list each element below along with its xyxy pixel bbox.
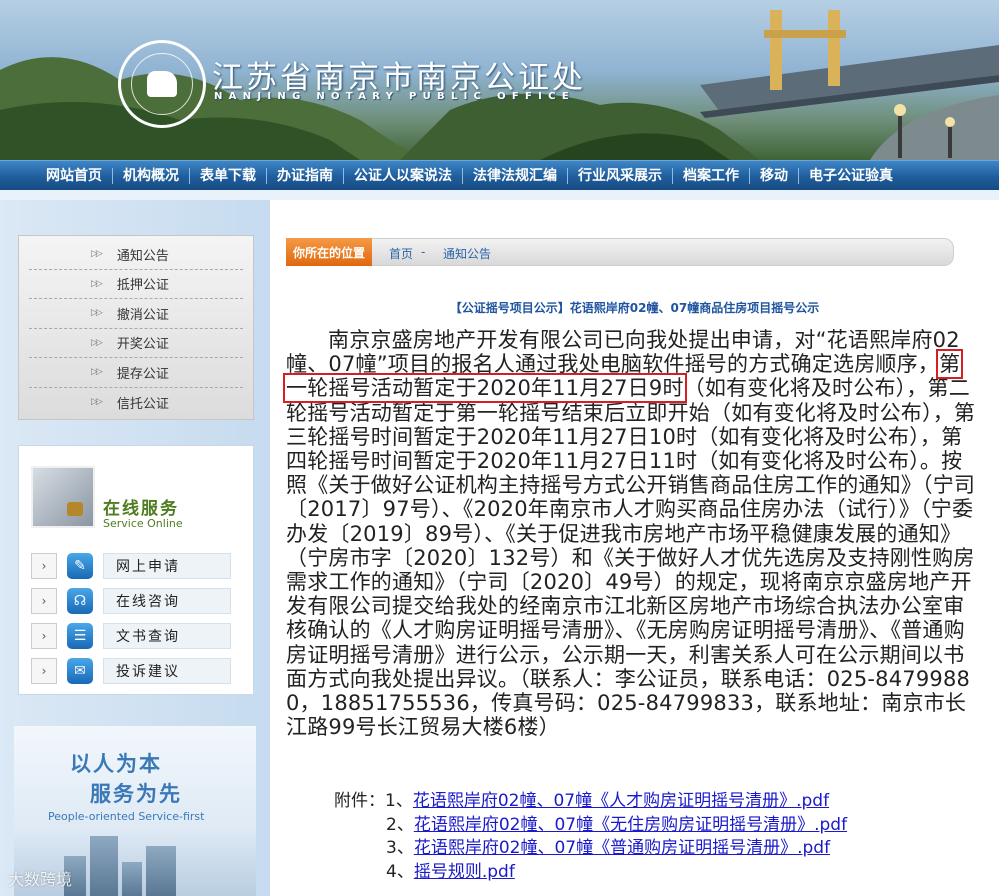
service-image [31,466,95,528]
service-document-query[interactable]: › ☰ 文书查询 [31,621,243,651]
menu-item-mortgage[interactable]: ▷▷ 抵押公证 [29,270,243,299]
service-subtitle: Service Online [103,517,183,530]
headset-icon: ☊ [67,588,93,614]
site-subtitle: NANJING NOTARY PUBLIC OFFICE [214,91,575,102]
service-label: 投诉建议 [103,658,231,684]
nav-about[interactable]: 机构概况 [113,167,190,184]
skyline-building [122,862,142,896]
site-banner: 江苏省南京市南京公证处 NANJING NOTARY PUBLIC OFFICE [0,0,999,160]
chat-icon: ✉ [67,658,93,684]
notary-seal-logo [118,40,206,128]
notice-body: 南京京盛房地产开发有限公司已向我处提出申请，对“花语熙岸府02幢、07幢”项目的… [282,328,976,740]
double-arrow-icon: ▷▷ [91,249,103,260]
motto-line-1: 以人为本 [70,752,162,776]
attachment-link-general[interactable]: 花语熙岸府02幢、07幢《普通购房证明摇号清册》.pdf [414,838,830,858]
main-content: 你所在的位置 首页 - 通知公告 【公证摇号项目公示】花语熙岸府02幢、07幢商… [270,200,999,896]
online-service-panel: 在线服务 Service Online › ✎ 网上申请 › ☊ 在线咨询 › … [18,445,254,695]
service-complaint[interactable]: › ✉ 投诉建议 [31,656,243,686]
menu-item-label: 抵押公证 [116,278,169,294]
left-sidebar: ▷▷ 通知公告 ▷▷ 抵押公证 ▷▷ 撤消公证 ▷▷ 开奖公证 ▷▷ 提存公证 ▷▷ 信托公… [0,200,270,896]
nav-guide[interactable]: 办证指南 [267,167,344,184]
location-tag: 你所在的位置 [286,238,372,266]
chevron-right-icon: › [31,623,57,649]
double-arrow-icon: ▷▷ [91,367,103,378]
nav-showcase[interactable]: 行业风采展示 [568,167,673,184]
menu-item-label: 提存公证 [116,366,169,382]
menu-item-lottery[interactable]: ▷▷ 开奖公证 [29,329,243,358]
nav-verify[interactable]: 电子公证验真 [799,168,903,184]
skyline-building [90,836,118,896]
nav-archives[interactable]: 档案工作 [673,167,750,184]
nav-home[interactable]: 网站首页 [36,167,113,184]
menu-item-label: 开奖公证 [116,337,169,353]
menu-item-cancel[interactable]: ▷▷ 撤消公证 [29,299,243,329]
attachment-number: 4、 [386,861,414,882]
breadcrumb: 你所在的位置 首页 - 通知公告 [286,238,954,266]
menu-item-label: 撤消公证 [116,307,169,323]
menu-item-escrow[interactable]: ▷▷ 提存公证 [29,358,243,388]
attachment-link-talent[interactable]: 花语熙岸府02幢、07幢《人才购房证明摇号清册》.pdf [413,791,829,811]
category-menu: ▷▷ 通知公告 ▷▷ 抵押公证 ▷▷ 撤消公证 ▷▷ 开奖公证 ▷▷ 提存公证 ▷▷ 信托公… [18,235,254,420]
double-arrow-icon: ▷▷ [91,308,103,319]
double-arrow-icon: ▷▷ [91,278,103,289]
double-arrow-icon: ▷▷ [91,337,103,348]
attachment-number: 1、 [385,791,413,811]
nav-laws[interactable]: 法律法规汇编 [463,167,568,184]
service-label: 文书查询 [103,623,231,649]
edit-icon: ✎ [67,553,93,579]
body-text-before: 南京京盛房地产开发有限公司已向我处提出申请，对“花语熙岸府02幢、07幢”项目的… [286,328,960,377]
menu-item-label: 信托公证 [116,396,169,412]
breadcrumb-current-link[interactable]: 通知公告 [443,245,491,262]
breadcrumb-separator: - [421,245,426,259]
chevron-right-icon: › [31,588,57,614]
attachments-list: 附件：1、花语熙岸府02幢、07幢《人才购房证明摇号清册》.pdf 2、花语熙岸… [334,790,847,884]
notice-title: 【公证摇号项目公示】花语熙岸府02幢、07幢商品住房项目摇号公示 [449,301,820,315]
chevron-right-icon: › [31,553,57,579]
nav-forms[interactable]: 表单下载 [190,167,267,184]
main-nav: 网站首页 机构概况 表单下载 办证指南 公证人以案说法 法律法规汇编 行业风采展… [0,160,999,190]
chevron-right-icon: › [31,658,57,684]
motto-english: People-oriented Service-first [48,810,205,823]
nav-cases[interactable]: 公证人以案说法 [344,167,463,184]
attachment-number: 3、 [386,838,414,858]
service-online-apply[interactable]: › ✎ 网上申请 [31,551,243,581]
nav-mobile[interactable]: 移动 [750,167,799,184]
breadcrumb-home-link[interactable]: 首页 [389,245,413,262]
menu-item-trust[interactable]: ▷▷ 信托公证 [29,388,243,418]
watermark-text: 大数跨境 [8,870,73,889]
attachment-number: 2、 [386,814,414,835]
attachment-link-no-house[interactable]: 花语熙岸府02幢、07幢《无住房购房证明摇号清册》.pdf [414,815,847,835]
service-label: 在线咨询 [103,588,231,614]
service-online-consult[interactable]: › ☊ 在线咨询 [31,586,243,616]
document-icon: ☰ [67,623,93,649]
service-label: 网上申请 [103,553,231,579]
attachments-label: 附件： [334,791,385,811]
attachment-link-rules[interactable]: 摇号规则.pdf [414,862,515,882]
motto-line-2: 服务为先 [90,782,182,806]
service-title: 在线服务 [103,499,179,519]
menu-item-label: 通知公告 [116,248,169,264]
double-arrow-icon: ▷▷ [91,397,103,408]
body-text-after: （如有变化将及时公布），第二轮摇号活动暂定于第一轮摇号结束后立即开始（如有变化将… [286,376,976,740]
menu-item-notices[interactable]: ▷▷ 通知公告 [29,240,243,270]
skyline-building [146,846,176,896]
